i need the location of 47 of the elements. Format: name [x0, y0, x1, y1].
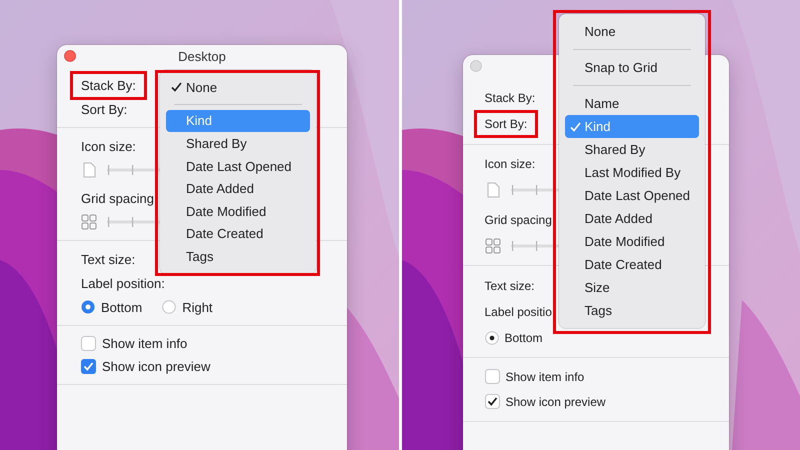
field-label: Stack By:: [484, 90, 536, 108]
menu-item[interactable]: None: [166, 76, 310, 99]
field-label: Text size:: [484, 278, 535, 293]
field-label: Label position:: [81, 276, 165, 290]
checkbox-label: Show item info: [506, 370, 584, 384]
document-icon: [484, 182, 500, 198]
menu-item[interactable]: Shared By: [564, 138, 698, 161]
checkbox-label: Show item info: [102, 336, 188, 351]
checkbox[interactable]: [81, 359, 96, 374]
document-icon: [81, 162, 97, 178]
radio-button[interactable]: Bottom: [81, 300, 142, 314]
menu-item[interactable]: Shared By: [166, 132, 310, 155]
checkbox[interactable]: [484, 369, 500, 384]
menu-item[interactable]: None: [564, 20, 698, 43]
menu-item[interactable]: Date Last Opened: [564, 184, 698, 207]
menu-item[interactable]: Snap to Grid: [564, 56, 698, 79]
checkbox-label: Show icon preview: [506, 394, 606, 409]
radio-button[interactable]: Right: [162, 300, 213, 314]
field-label: Icon size:: [81, 138, 136, 154]
field-label: Label positio: [484, 304, 552, 319]
menu-item[interactable]: Name: [564, 92, 698, 115]
grid-icon: [484, 238, 500, 254]
field-label: Stack By:: [70, 70, 147, 100]
field-label: Icon size:: [484, 156, 536, 171]
menu-item[interactable]: Tags: [564, 299, 698, 322]
menu-item[interactable]: Date Added: [166, 177, 310, 200]
radio-button[interactable]: Bottom: [484, 330, 543, 345]
close-button[interactable]: [64, 50, 76, 62]
menu-item[interactable]: Tags: [166, 245, 310, 268]
menu-item[interactable]: Date Created: [564, 253, 698, 276]
menu-item[interactable]: Date Created: [166, 222, 310, 246]
field-label: Grid spacing: [484, 213, 552, 228]
menu-item[interactable]: Size: [564, 276, 698, 299]
checkbox[interactable]: [81, 336, 96, 351]
menu-item[interactable]: Date Last Opened: [166, 154, 310, 178]
field-label: Sort By:: [474, 110, 538, 138]
field-label: Grid spacing: [81, 190, 154, 206]
checkbox-label: Show icon preview: [102, 359, 210, 374]
window-title: Desktop: [178, 48, 226, 64]
field-label: Sort By:: [80, 100, 128, 119]
menu-item[interactable]: Last Modified By: [564, 161, 698, 184]
menu-item[interactable]: Date Modified: [166, 200, 310, 223]
grid-icon: [81, 214, 97, 230]
checkbox[interactable]: [484, 394, 500, 410]
menu-item[interactable]: Date Added: [564, 207, 698, 230]
menu-item[interactable]: Date Modified: [564, 230, 698, 253]
field-label: Text size:: [81, 252, 136, 266]
